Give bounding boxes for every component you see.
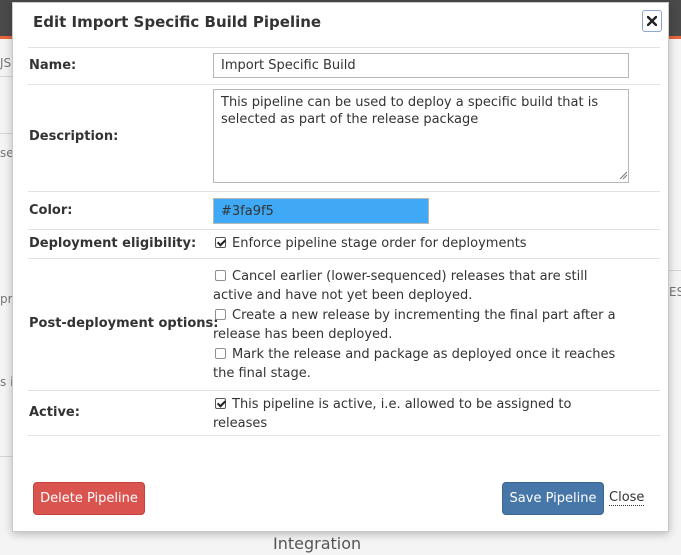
background-divider	[0, 456, 12, 457]
row-divider	[28, 84, 660, 85]
color-input[interactable]	[213, 198, 429, 224]
close-dialog-button[interactable]	[642, 10, 662, 32]
enforce-order-label: Enforce pipeline stage order for deploym…	[232, 236, 527, 251]
description-textarea[interactable]: This pipeline can be used to deploy a sp…	[213, 89, 629, 183]
row-divider	[28, 229, 660, 230]
active-label: Active:	[29, 405, 80, 420]
create-release-label: Create a new release by incrementing the…	[213, 308, 616, 342]
row-divider	[28, 435, 660, 436]
row-divider	[28, 47, 660, 48]
post-deployment-label: Post-deployment options:	[29, 316, 219, 331]
active-option-label: This pipeline is active, i.e. allowed to…	[213, 397, 572, 431]
edit-pipeline-dialog: Edit Import Specific Build Pipeline Name…	[12, 2, 669, 532]
cancel-earlier-label: Cancel earlier (lower-sequenced) release…	[213, 269, 588, 303]
resize-grip-icon[interactable]	[618, 170, 628, 180]
row-divider	[28, 258, 660, 259]
background-fragment: JS	[0, 56, 12, 70]
close-link[interactable]: Close	[609, 490, 645, 506]
background-fragment: ES	[669, 285, 681, 299]
post-option-cancel-earlier: Cancel earlier (lower-sequenced) release…	[213, 267, 618, 305]
deployment-eligibility-label: Deployment eligibility:	[29, 236, 197, 251]
name-input[interactable]	[213, 53, 629, 78]
enforce-order-checkbox[interactable]	[215, 237, 226, 248]
mark-deployed-label: Mark the release and package as deployed…	[213, 347, 616, 381]
background-divider	[0, 76, 12, 77]
cancel-earlier-checkbox[interactable]	[215, 270, 226, 281]
row-divider	[28, 390, 660, 391]
background-integration-heading: Integration	[273, 534, 362, 553]
create-release-checkbox[interactable]	[215, 309, 226, 320]
active-checkbox[interactable]	[215, 398, 226, 409]
description-label: Description:	[29, 129, 119, 144]
post-option-create-release: Create a new release by incrementing the…	[213, 306, 618, 344]
name-label: Name:	[29, 58, 77, 73]
close-icon	[647, 16, 657, 26]
active-option: This pipeline is active, i.e. allowed to…	[213, 395, 618, 433]
color-label: Color:	[29, 203, 73, 218]
background-divider	[669, 270, 681, 271]
enforce-order-option: Enforce pipeline stage order for deploym…	[213, 234, 618, 253]
delete-pipeline-button[interactable]: Delete Pipeline	[33, 482, 145, 515]
row-divider	[28, 191, 660, 192]
post-option-mark-deployed: Mark the release and package as deployed…	[213, 345, 618, 383]
background-divider	[0, 133, 12, 134]
dialog-title: Edit Import Specific Build Pipeline	[33, 13, 322, 31]
mark-deployed-checkbox[interactable]	[215, 348, 226, 359]
save-pipeline-button[interactable]: Save Pipeline	[502, 482, 604, 515]
